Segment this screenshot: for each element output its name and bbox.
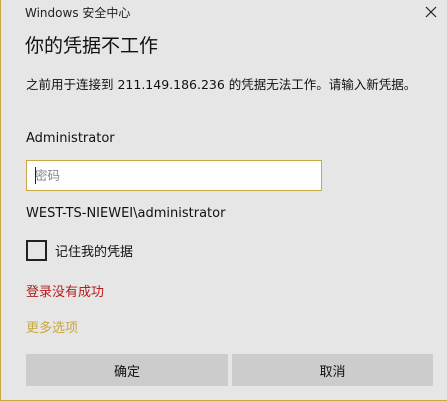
close-button[interactable]: [417, 0, 445, 24]
remember-checkbox[interactable]: [26, 240, 47, 261]
remember-credentials[interactable]: 记住我的凭据: [26, 240, 133, 261]
credential-dialog: Windows 安全中心 你的凭据不工作 之前用于连接到 211.149.186…: [0, 0, 447, 401]
ok-button[interactable]: 确定: [26, 354, 228, 386]
dialog-message: 之前用于连接到 211.149.186.236 的凭据无法工作。请输入新凭据。: [26, 77, 417, 92]
cancel-button[interactable]: 取消: [232, 354, 433, 386]
close-icon: [425, 6, 437, 18]
login-error-message: 登录没有成功: [26, 285, 105, 300]
more-options-link[interactable]: 更多选项: [26, 317, 78, 336]
text-caret: [35, 167, 36, 184]
dialog-heading: 你的凭据不工作: [25, 35, 159, 57]
remember-label: 记住我的凭据: [55, 245, 134, 260]
window-title: Windows 安全中心: [25, 6, 131, 20]
username-label: Administrator: [26, 131, 115, 146]
password-input[interactable]: [26, 160, 322, 191]
domain-username: WEST-TS-NIEWEI\administrator: [26, 206, 226, 221]
title-bar: Windows 安全中心: [1, 0, 447, 24]
